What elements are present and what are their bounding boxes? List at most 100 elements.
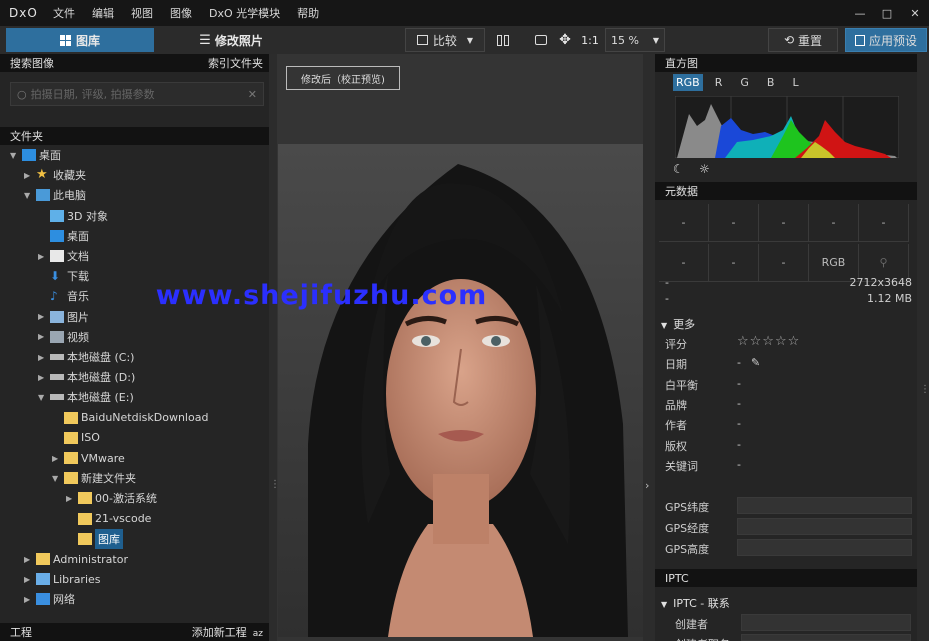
move-icon[interactable]: ✥ [555,28,575,52]
corrected-preview-badge: 修改后（校正预览) [286,66,400,90]
collapse-arrow-icon[interactable]: ▼ [24,191,36,200]
folder-tree-item[interactable]: ▼ 桌面 [10,145,61,165]
folder-tree-item[interactable]: ▼ 本地磁盘 (E:) [38,387,134,407]
metadata-field-value: - [737,437,741,451]
folder-tree-item[interactable]: 3D 对象 [38,206,108,226]
gps-input[interactable] [737,539,912,556]
tab-customize-label: 修改照片 [214,33,263,48]
blue-icon [50,229,64,242]
disk-icon [50,394,64,401]
channel-rgb[interactable]: RGB [673,74,703,91]
gps-input[interactable] [737,518,912,535]
folder-tree-item[interactable]: ▶ VMware [52,448,125,468]
folder-tree-item[interactable]: ▶ 文档 [38,246,89,266]
tab-library[interactable]: 图库 [6,28,154,52]
menu-optics-modules[interactable]: DxO 光学模块 [209,5,280,21]
minimize-button[interactable]: — [845,0,875,26]
right-collapse-strip[interactable]: › [643,54,655,641]
menu-help[interactable]: 帮助 [297,5,319,21]
folder-label: Administrator [53,552,128,566]
maximize-button[interactable]: □ [872,0,902,26]
add-project-button[interactable]: 添加新工程 az [192,624,263,640]
shadow-clipping-icon[interactable]: ☾ [673,162,684,176]
crop-icon[interactable] [530,28,552,52]
histogram-channel-tabs: RGB R G B L [673,74,803,91]
metadata-cell: - [659,204,709,242]
close-button[interactable]: ✕ [900,0,929,26]
folder-tree-item[interactable]: ▶ ★ 收藏夹 [24,165,86,185]
project-title: 工程 [10,626,32,639]
fold-icon [64,472,78,485]
folder-tree-item[interactable]: ▶ 本地磁盘 (D:) [38,367,135,387]
expand-arrow-icon[interactable]: ▶ [52,454,64,463]
metadata-field-label: 日期 [665,358,687,372]
folder-tree-item[interactable]: BaiduNetdiskDownload [52,408,208,428]
metadata-field-label: 作者 [665,419,687,433]
gps-input[interactable] [737,497,912,514]
folder-tree-item[interactable]: 21-vscode [66,509,151,529]
metadata-cell: - [709,204,759,242]
expand-arrow-icon[interactable]: ▶ [66,494,78,503]
folder-tree-item[interactable]: ▼ 新建文件夹 [52,468,136,488]
channel-l[interactable]: L [788,74,802,91]
expand-arrow-icon[interactable]: ▶ [38,312,50,321]
chevron-down-icon: ▼ [661,600,668,609]
folder-tree-item[interactable]: ▶ 00-激活系统 [66,488,157,508]
folder-tree-item[interactable]: ▶ 网络 [24,589,75,609]
folder-label: 图库 [95,528,123,549]
highlight-clipping-icon[interactable]: ☼ [699,162,710,176]
collapse-arrow-icon[interactable]: ▼ [38,393,50,402]
right-scrollbar[interactable]: ⋮ [917,54,929,641]
clear-icon[interactable]: ✕ [248,88,257,101]
expand-arrow-icon[interactable]: ▶ [24,595,36,604]
folder-tree-item[interactable]: 图库 [66,528,123,549]
folder-tree-item[interactable]: ISO [52,428,100,448]
iptc-contact-toggle[interactable]: ▼ IPTC - 联系 [661,595,730,611]
image-dimensions: 2712x3648 [849,276,913,289]
menu-edit[interactable]: 编辑 [92,5,114,21]
expand-arrow-icon[interactable]: ▶ [38,373,50,382]
location-pin-icon: ⚲ [879,256,888,269]
channel-r[interactable]: R [711,74,727,91]
menu-image[interactable]: 图像 [170,5,192,21]
tab-customize[interactable]: ☰ 修改照片 [156,28,306,52]
expand-arrow-icon[interactable]: ▶ [24,171,36,180]
channel-g[interactable]: G [736,74,753,91]
more-toggle[interactable]: ▼ 更多 [661,316,695,332]
zoom-select[interactable]: 15 % ▼ [605,28,665,52]
menu-view[interactable]: 视图 [131,5,153,21]
folder-tree-item[interactable]: 桌面 [38,226,89,246]
menu-file[interactable]: 文件 [53,5,75,21]
collapse-arrow-icon[interactable]: ▼ [10,151,22,160]
metadata-field-label: 版权 [665,439,687,453]
chevron-right-icon[interactable]: › [645,479,649,492]
folder-tree-item[interactable]: ▶ Libraries [24,569,101,589]
drag-handle-icon[interactable]: ⋮ [920,384,929,395]
folder-tree-item[interactable]: ▼ 此电脑 [24,185,86,205]
side-by-side-icon[interactable] [492,28,514,52]
folder-tree-item[interactable]: ▶ 本地磁盘 (C:) [38,347,134,367]
creator-input[interactable] [741,614,911,631]
rating-stars[interactable]: ☆☆☆☆☆ [737,334,800,349]
metadata-field-value: - [737,457,741,471]
search-input[interactable]: ○ 拍摄日期, 评级, 拍摄参数 ✕ [10,82,264,106]
expand-arrow-icon[interactable]: ▶ [38,353,50,362]
expand-arrow-icon[interactable]: ▶ [38,252,50,261]
expand-arrow-icon[interactable]: ▶ [38,332,50,341]
index-folder-button[interactable]: 索引文件夹 [208,55,263,71]
expand-arrow-icon[interactable]: ▶ [24,575,36,584]
compare-button[interactable]: 比较 ▼ [405,28,485,52]
apply-preset-button[interactable]: 应用预设 [845,28,927,52]
expand-arrow-icon[interactable]: ▶ [24,555,36,564]
reset-button[interactable]: ⟲ 重置 [768,28,838,52]
channel-b[interactable]: B [763,74,779,91]
folder-tree-item[interactable]: ▶ Administrator [24,549,128,569]
zoom-1to1-button[interactable]: 1:1 [578,28,602,52]
collapse-arrow-icon[interactable]: ▼ [52,474,64,483]
edit-pencil-icon[interactable]: ✎ [751,356,760,369]
search-header-title: 搜索图像 [10,57,54,70]
folder-tree-item[interactable]: ▶ 视频 [38,327,89,347]
left-splitter[interactable]: ⋮ [269,54,280,641]
sort-az-icon[interactable]: az [253,629,263,639]
creator-title-input[interactable] [741,634,911,641]
